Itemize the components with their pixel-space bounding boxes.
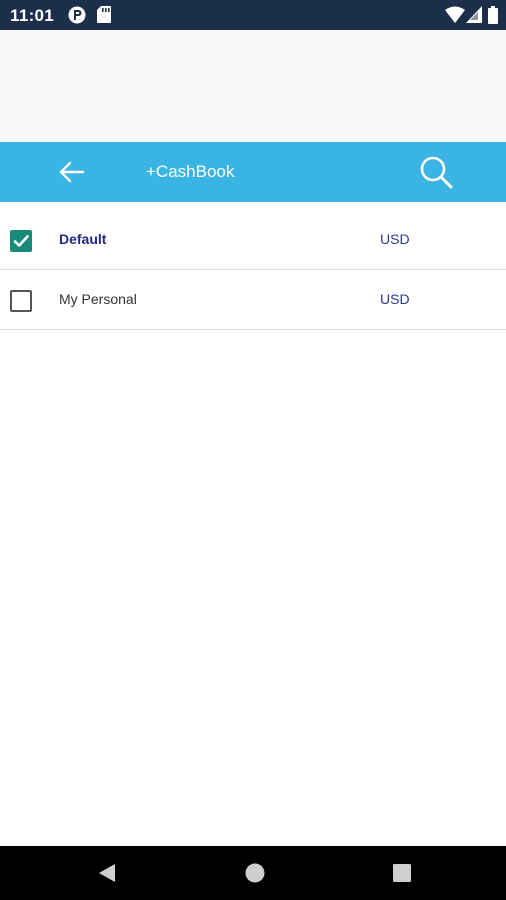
account-currency: USD <box>380 291 410 307</box>
account-checkbox-default[interactable] <box>10 230 32 252</box>
navigation-bar <box>0 846 506 900</box>
account-name: My Personal <box>59 291 137 307</box>
status-bar: 11:01 <box>0 0 506 30</box>
pocket-app-icon <box>68 6 86 29</box>
recents-square-icon <box>393 864 411 882</box>
account-name: Default <box>59 231 107 247</box>
wifi-icon <box>445 6 465 28</box>
status-time: 11:01 <box>10 6 55 25</box>
home-circle-icon <box>245 863 265 883</box>
back-triangle-icon <box>99 864 115 882</box>
search-button[interactable] <box>418 154 454 190</box>
checkmark-icon <box>13 235 29 247</box>
account-currency: USD <box>380 231 410 247</box>
nav-back-button[interactable] <box>95 861 119 885</box>
nav-recents-button[interactable] <box>390 861 414 885</box>
account-checkbox-my-personal[interactable] <box>10 290 32 312</box>
back-button[interactable] <box>56 156 88 188</box>
sd-card-icon <box>97 6 111 28</box>
toolbar-title: +CashBook <box>146 162 235 181</box>
list-item[interactable]: My Personal USD <box>0 270 506 330</box>
nav-home-button[interactable] <box>243 861 267 885</box>
battery-icon <box>488 6 498 29</box>
search-icon <box>420 156 453 189</box>
app-toolbar: +CashBook <box>0 142 506 202</box>
arrow-left-icon <box>59 161 85 183</box>
list-item[interactable]: Default USD <box>0 210 506 270</box>
empty-header-area <box>0 30 506 142</box>
account-list: Default USD My Personal USD <box>0 210 506 330</box>
signal-icon <box>466 6 482 28</box>
